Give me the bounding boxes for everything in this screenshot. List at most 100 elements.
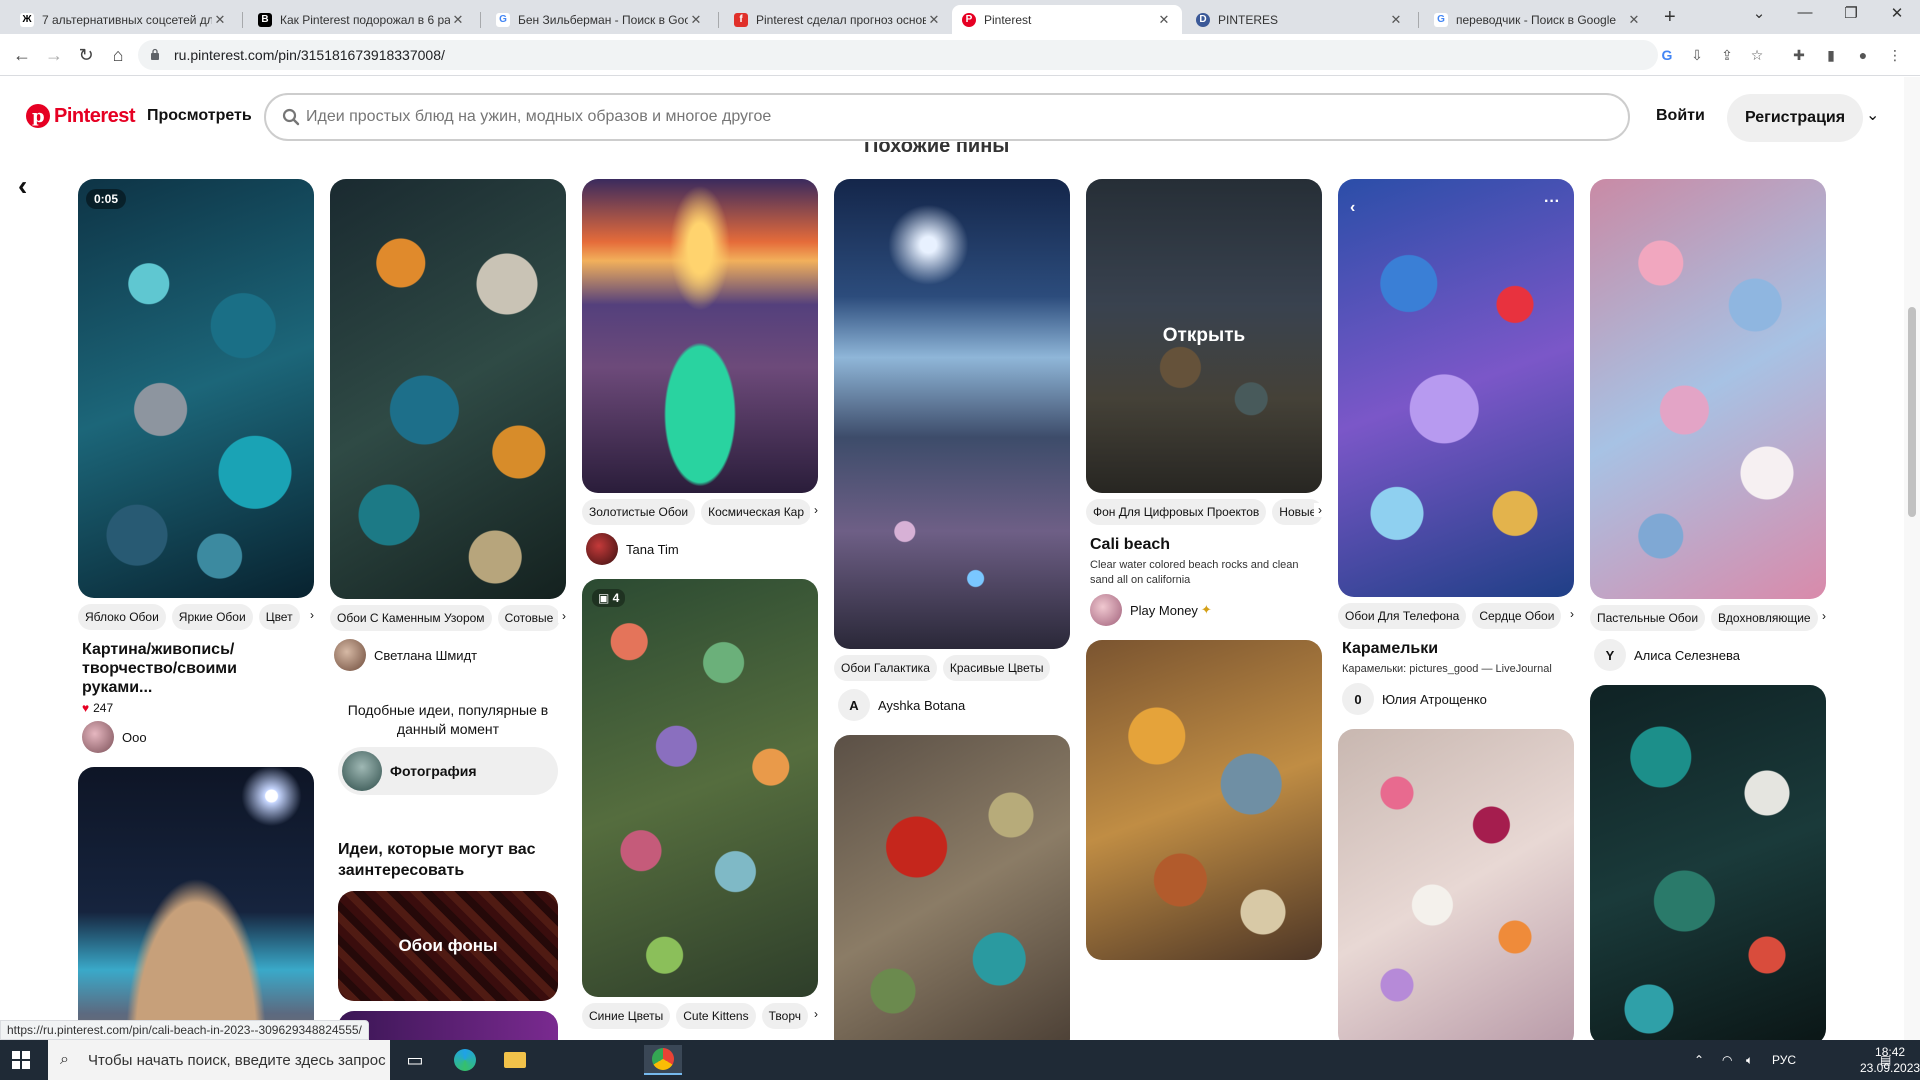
trending-idea-photo[interactable]: Фотография (338, 747, 558, 795)
task-view-icon[interactable]: ▭ (396, 1045, 434, 1075)
pin-author[interactable]: Tana Tim (586, 533, 814, 565)
pin-author[interactable]: 0 Юлия Атрощенко (1342, 683, 1570, 715)
menu-kebab-icon[interactable]: ⋮ (1886, 46, 1904, 64)
pin-image[interactable]: ▣ 4 (582, 579, 818, 997)
pin-image[interactable] (1590, 179, 1826, 599)
pin-image[interactable] (582, 179, 818, 493)
tag-chip[interactable]: Сотовые (497, 605, 561, 631)
pin-author[interactable]: Ooo (82, 721, 310, 753)
tag-chip[interactable]: Яркие Обои (171, 604, 253, 630)
pin-image[interactable]: ‹ ··· (1338, 179, 1574, 597)
pin-author[interactable]: Светлана Шмидт (334, 639, 562, 671)
chevron-down-icon[interactable]: ⌄ (1866, 105, 1879, 125)
tag-chip[interactable]: Красивые Цветы (942, 655, 1051, 681)
tag-chip[interactable]: Синие Цветы (582, 1003, 671, 1029)
login-button[interactable]: Войти (1656, 107, 1705, 125)
volume-icon[interactable]: 🔈︎ (1746, 1040, 1753, 1080)
pinterest-logo[interactable]: p Pinterest (26, 104, 136, 128)
wifi-icon[interactable]: ◠ (1722, 1040, 1732, 1080)
share-icon[interactable]: ⇪ (1718, 46, 1736, 64)
pin-title[interactable]: Картина/живопись/творчество/своими рукам… (82, 640, 310, 697)
forward-icon[interactable]: → (42, 43, 66, 67)
google-lens-icon[interactable]: G (1658, 46, 1676, 64)
tag-chip[interactable]: Цвет (258, 604, 300, 630)
pin-image[interactable] (330, 179, 566, 599)
pin-title[interactable]: Карамельки (1342, 639, 1570, 658)
close-tab-icon[interactable]: ✕ (1626, 12, 1642, 28)
tag-chip[interactable]: Фон Для Цифровых Проектов (1086, 499, 1267, 525)
back-arrow-icon[interactable]: ‹ (18, 170, 27, 202)
chrome-browser-icon[interactable] (644, 1045, 682, 1075)
scrollbar-thumb[interactable] (1908, 307, 1916, 517)
tag-chip[interactable]: Обои Галактика (834, 655, 937, 681)
close-tab-icon[interactable]: ✕ (450, 12, 466, 28)
close-window-icon[interactable]: ✕ (1874, 4, 1920, 22)
notifications-icon[interactable]: ▤ (1880, 1040, 1891, 1080)
tag-chip[interactable]: Пастельные Обои (1590, 605, 1706, 631)
pin-title[interactable]: Cali beach (1090, 535, 1318, 554)
close-tab-icon[interactable]: ✕ (688, 12, 704, 28)
browser-tab[interactable]: f Pinterest сделал прогноз основ ✕ (724, 5, 952, 34)
taskbar-search-input[interactable]: ⌕ Чтобы начать поиск, введите здесь запр… (48, 1040, 390, 1080)
tag-chip[interactable]: Обои С Каменным Узором (330, 605, 492, 631)
close-tab-icon[interactable]: ✕ (1388, 12, 1404, 28)
tag-chip[interactable]: Космическая Кар (701, 499, 812, 525)
pin-image[interactable] (1338, 729, 1574, 1049)
back-icon[interactable]: ← (10, 43, 34, 67)
chevron-right-icon[interactable]: › (810, 503, 818, 517)
tag-chip[interactable]: Сердце Обои (1472, 603, 1562, 629)
close-tab-icon[interactable]: ✕ (1156, 12, 1172, 28)
pin-image[interactable] (1086, 640, 1322, 960)
file-explorer-icon[interactable] (496, 1045, 534, 1075)
tag-chip[interactable]: Cute Kittens (676, 1003, 756, 1029)
tag-chip[interactable]: Вдохновляющие (1711, 605, 1818, 631)
pin-image[interactable] (1590, 685, 1826, 1045)
home-icon[interactable]: ⌂ (106, 43, 130, 67)
extensions-icon[interactable]: ✚ (1790, 46, 1808, 64)
pin-image[interactable] (834, 179, 1070, 649)
browse-link[interactable]: Просмотреть (147, 107, 252, 125)
browser-tab[interactable]: Ж 7 альтернативных соцсетей для ✕ (10, 5, 238, 34)
tray-chevron-icon[interactable]: ⌃ (1694, 1040, 1704, 1080)
pin-image[interactable]: 0:05 (78, 179, 314, 598)
reload-icon[interactable]: ↻ (74, 43, 98, 67)
chevron-right-icon[interactable]: › (1314, 503, 1322, 517)
restore-icon[interactable]: ❐ (1828, 4, 1874, 22)
pin-image[interactable] (78, 767, 314, 1057)
close-tab-icon[interactable]: ✕ (926, 12, 942, 28)
pin-author[interactable]: Play Money ✦ (1090, 594, 1318, 626)
tag-chip[interactable]: Золотистые Обои (582, 499, 696, 525)
chevron-right-icon[interactable]: › (810, 1007, 818, 1021)
address-bar[interactable]: ru.pinterest.com/pin/315181673918337008/ (138, 40, 1658, 70)
open-pin-button[interactable]: Открыть (1086, 179, 1322, 493)
tag-chip[interactable]: Яблоко Обои (78, 604, 166, 630)
chevron-right-icon[interactable]: › (1566, 607, 1574, 621)
bookmark-star-icon[interactable]: ☆ (1748, 46, 1766, 64)
pin-image[interactable] (834, 735, 1070, 1055)
browser-tab[interactable]: D PINTERES ✕ (1186, 5, 1414, 34)
chevron-right-icon[interactable]: › (1818, 609, 1826, 623)
windows-start-icon[interactable] (12, 1051, 30, 1069)
tab-search-icon[interactable]: ⌄ (1736, 4, 1782, 22)
side-panel-icon[interactable]: ▮ (1822, 46, 1840, 64)
chevron-right-icon[interactable]: › (306, 608, 314, 622)
profile-avatar-icon[interactable]: ● (1854, 46, 1872, 64)
pin-author[interactable]: A Ayshka Botana (838, 689, 1066, 721)
board-card[interactable] (338, 1011, 558, 1041)
search-input[interactable]: Идеи простых блюд на ужин, модных образо… (264, 93, 1630, 141)
chevron-right-icon[interactable]: › (558, 609, 566, 623)
signup-button[interactable]: Регистрация (1727, 94, 1864, 142)
new-tab-icon[interactable]: + (1664, 6, 1676, 29)
carousel-prev-icon[interactable]: ‹ (1350, 199, 1355, 217)
language-indicator[interactable]: РУС (1772, 1040, 1796, 1080)
pin-image[interactable]: Открыть (1086, 179, 1322, 493)
pin-author[interactable]: Y Алиса Селезнева (1594, 639, 1822, 671)
minimize-icon[interactable]: — (1782, 4, 1828, 21)
install-app-icon[interactable]: ⇩ (1688, 46, 1706, 64)
page-scrollbar[interactable] (1904, 77, 1920, 1040)
tag-chip[interactable]: Обои Для Телефона (1338, 603, 1467, 629)
more-options-icon[interactable]: ··· (1544, 193, 1560, 211)
close-tab-icon[interactable]: ✕ (212, 12, 228, 28)
browser-tab-active[interactable]: P Pinterest ✕ (952, 5, 1182, 34)
edge-browser-icon[interactable] (446, 1045, 484, 1075)
